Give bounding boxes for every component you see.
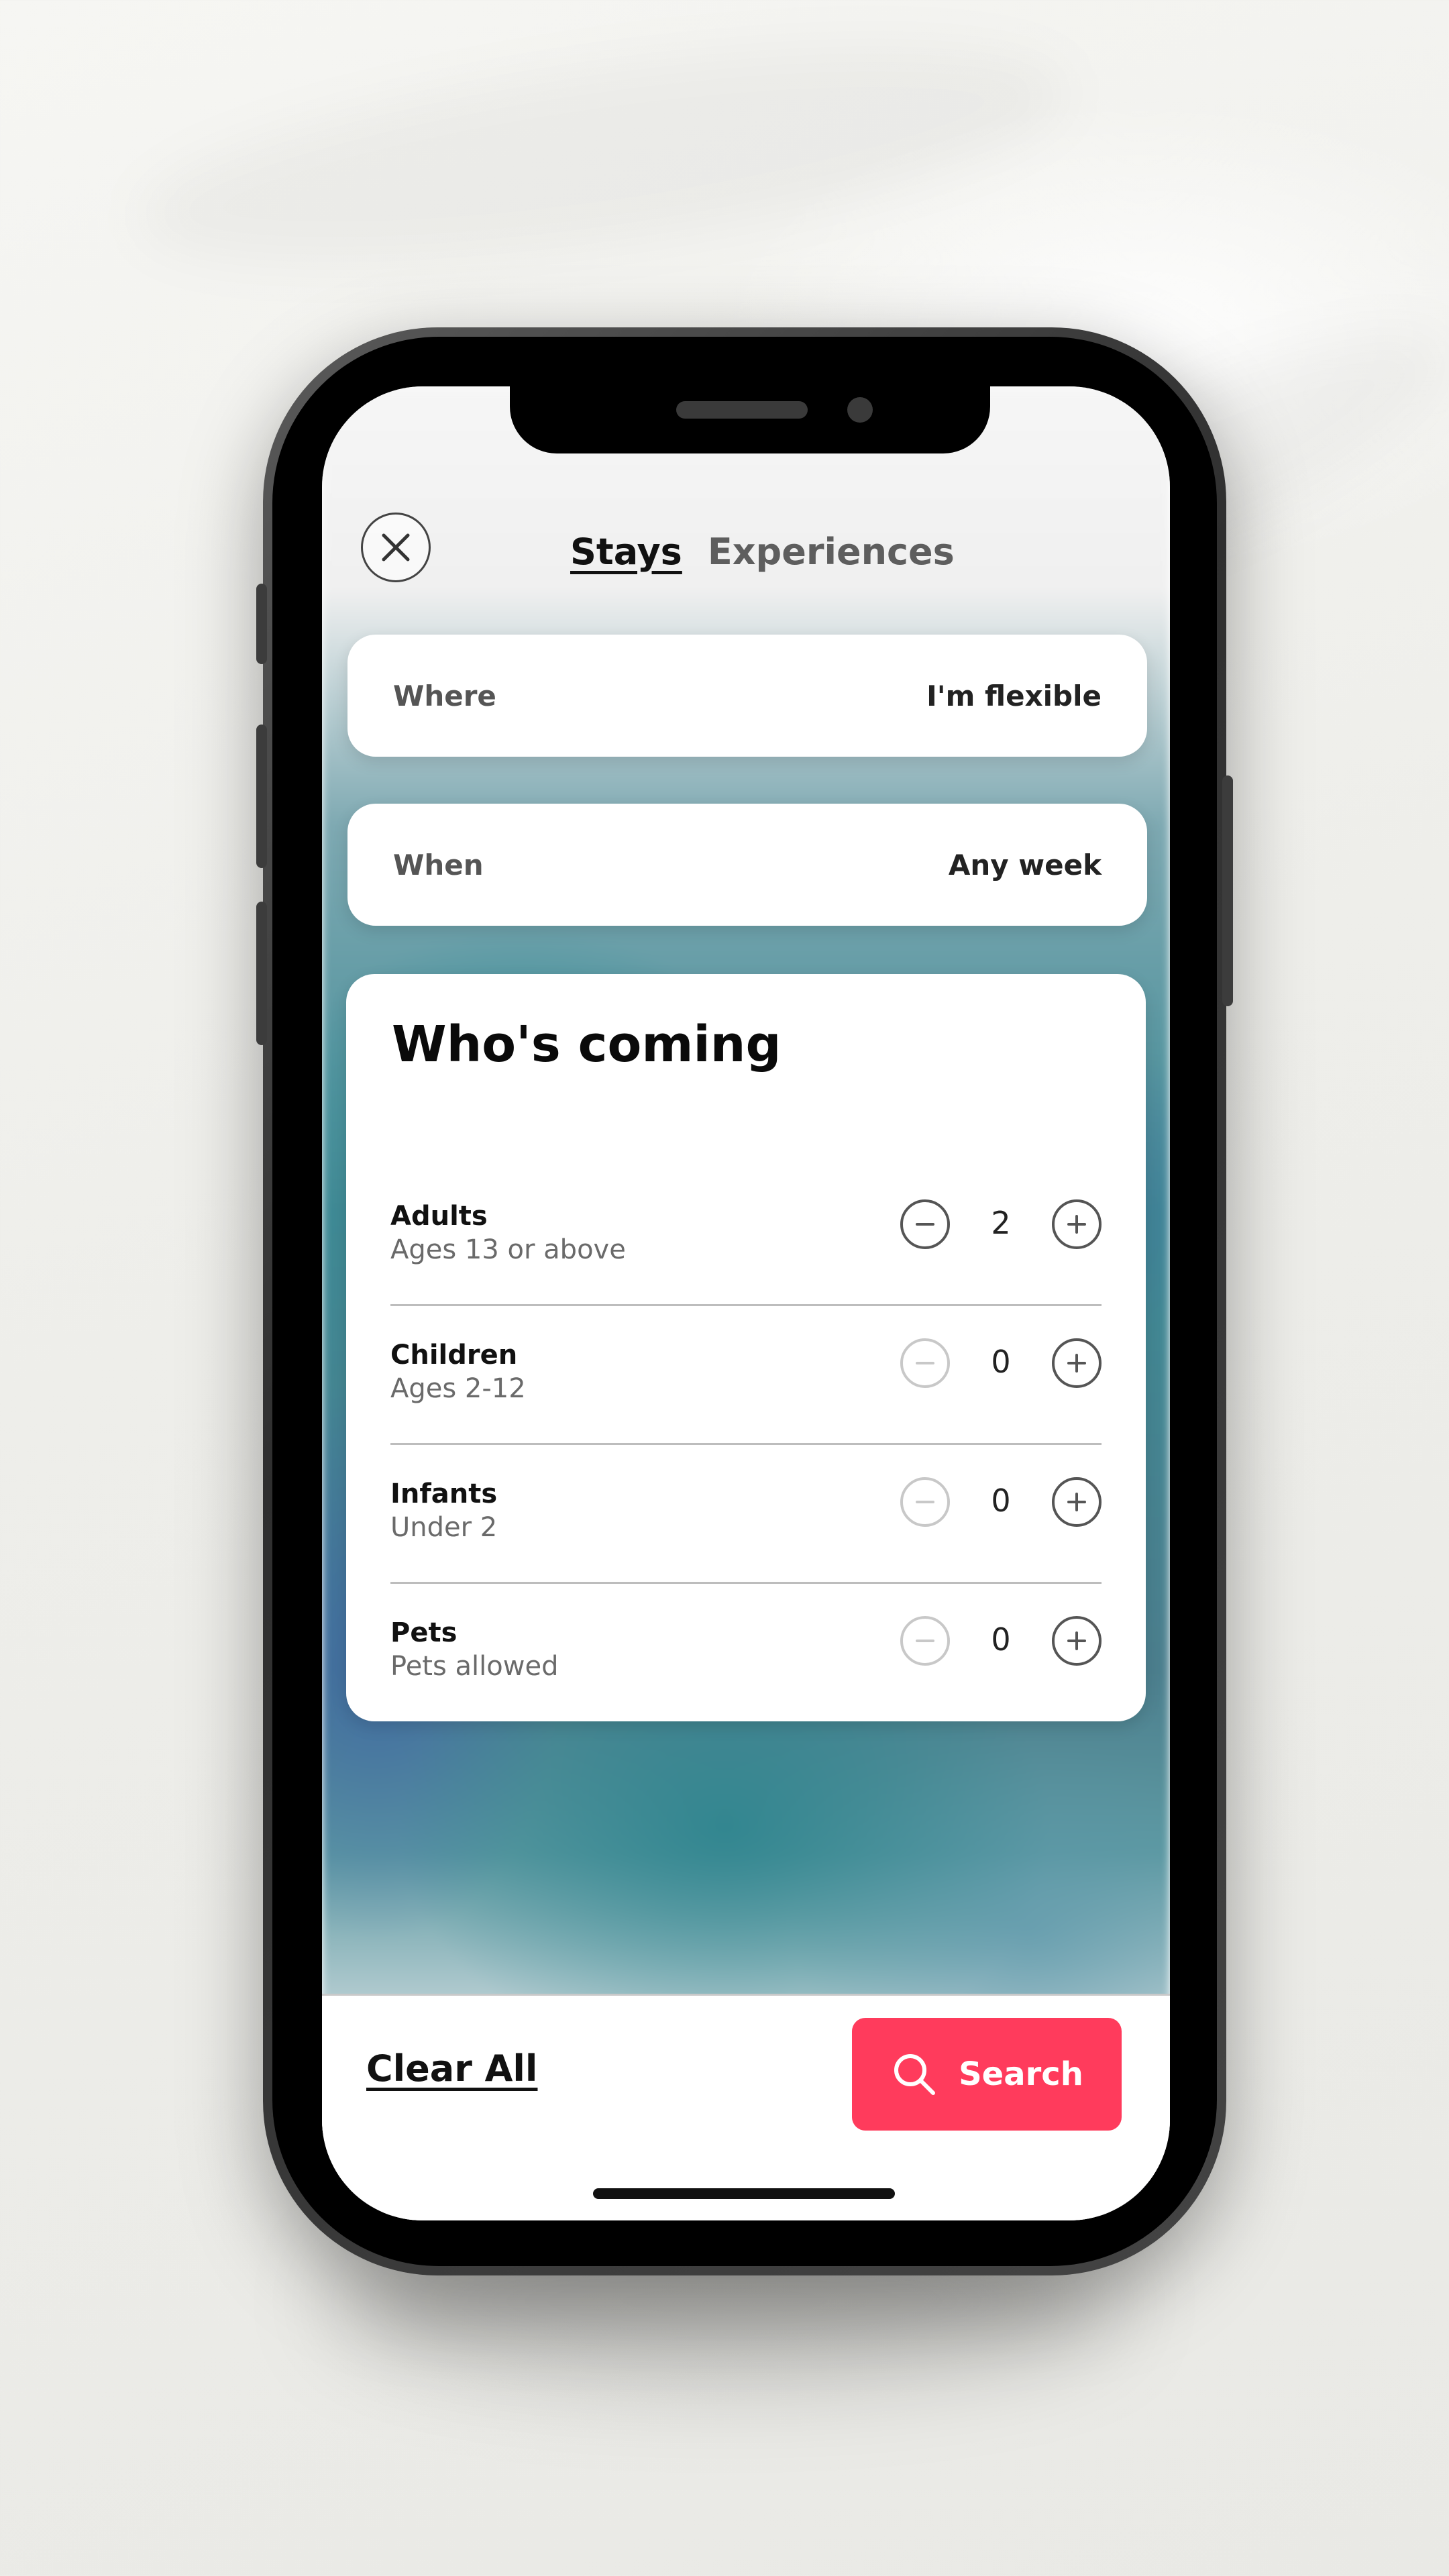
phone-camera: [847, 397, 873, 423]
children-count: 0: [991, 1344, 1011, 1380]
children-decrease-button[interactable]: [900, 1338, 950, 1388]
where-field[interactable]: Where I'm flexible: [347, 635, 1147, 757]
when-label: When: [393, 848, 484, 881]
guest-name: Children: [390, 1340, 518, 1371]
home-indicator[interactable]: [593, 2188, 895, 2199]
tab-experiences[interactable]: Experiences: [708, 531, 955, 573]
when-value: Any week: [948, 848, 1102, 881]
close-icon: [382, 533, 410, 561]
guest-row-adults: Adults Ages 13 or above 2: [390, 1167, 1102, 1306]
background-shadow: [127, 3, 1081, 306]
guest-row-pets: Pets Pets allowed 0: [390, 1584, 1102, 1723]
infants-decrease-button[interactable]: [900, 1477, 950, 1527]
clear-all-button[interactable]: Clear All: [366, 2047, 537, 2090]
guest-row-infants: Infants Under 2 0: [390, 1445, 1102, 1584]
adults-decrease-button[interactable]: [900, 1199, 950, 1249]
guest-name: Pets: [390, 1617, 458, 1648]
tab-stays[interactable]: Stays: [570, 531, 682, 573]
tab-bar: Stays Experiences: [570, 525, 955, 578]
children-increase-button[interactable]: [1052, 1338, 1102, 1388]
guest-row-children: Children Ages 2-12 0: [390, 1306, 1102, 1445]
adults-count: 2: [991, 1205, 1011, 1241]
plus-icon: [1067, 1215, 1086, 1234]
guest-desc: Pets allowed: [390, 1651, 559, 1682]
guests-title: Who's coming: [392, 1016, 782, 1073]
search-icon: [894, 2054, 936, 2095]
search-button-label: Search: [959, 2055, 1083, 2093]
close-button[interactable]: [361, 513, 431, 582]
phone-mute-switch: [256, 584, 267, 664]
when-field[interactable]: When Any week: [347, 804, 1147, 926]
guest-desc: Under 2: [390, 1512, 498, 1543]
phone-notch: [510, 386, 990, 453]
children-stepper: 0: [900, 1338, 1102, 1391]
pets-increase-button[interactable]: [1052, 1616, 1102, 1666]
minus-icon: [916, 1640, 934, 1642]
infants-count: 0: [991, 1483, 1011, 1519]
phone-volume-up: [256, 724, 267, 868]
plus-icon: [1067, 1493, 1086, 1511]
pets-stepper: 0: [900, 1616, 1102, 1668]
adults-stepper: 2: [900, 1199, 1102, 1252]
search-button[interactable]: Search: [852, 2018, 1122, 2131]
phone-power-button: [1222, 775, 1233, 1006]
guest-name: Adults: [390, 1201, 488, 1232]
adults-increase-button[interactable]: [1052, 1199, 1102, 1249]
plus-icon: [1067, 1354, 1086, 1373]
phone-speaker: [676, 401, 808, 419]
guest-desc: Ages 13 or above: [390, 1234, 626, 1265]
infants-increase-button[interactable]: [1052, 1477, 1102, 1527]
guest-name: Infants: [390, 1479, 498, 1509]
pets-count: 0: [991, 1621, 1011, 1658]
where-value: I'm flexible: [926, 679, 1102, 712]
guests-panel: Who's coming Adults Ages 13 or above 2 C…: [346, 974, 1146, 1721]
minus-icon: [916, 1362, 934, 1364]
minus-icon: [916, 1223, 934, 1226]
infants-stepper: 0: [900, 1477, 1102, 1529]
phone-volume-down: [256, 902, 267, 1045]
guest-desc: Ages 2-12: [390, 1373, 526, 1404]
where-label: Where: [393, 679, 496, 712]
pets-decrease-button[interactable]: [900, 1616, 950, 1666]
minus-icon: [916, 1501, 934, 1503]
plus-icon: [1067, 1631, 1086, 1650]
